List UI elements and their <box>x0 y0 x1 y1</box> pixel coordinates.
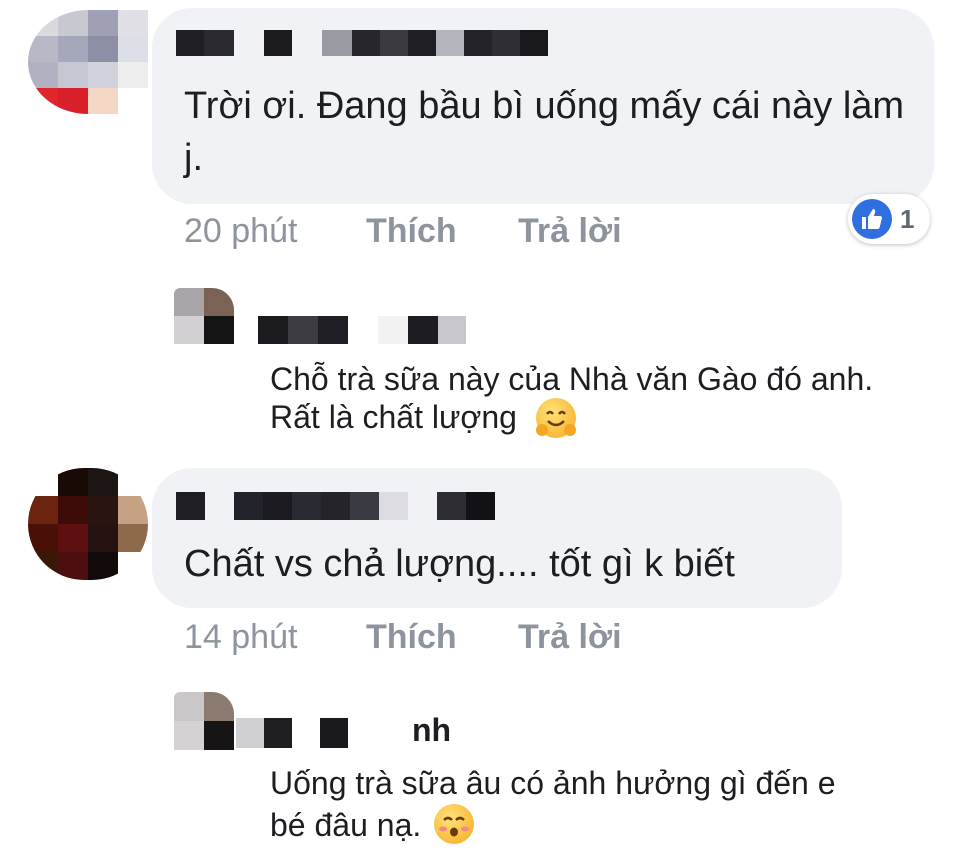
reaction-count: 1 <box>900 203 915 234</box>
reply-avatar[interactable] <box>174 288 234 344</box>
commenter-name-redacted[interactable] <box>176 30 552 56</box>
reply-name-redacted[interactable] <box>236 718 348 748</box>
hugging-face-emoji <box>536 398 576 438</box>
like-link[interactable]: Thích <box>366 212 457 251</box>
reply-text-line2: Rất là chất lượng <box>270 399 517 435</box>
reply-link[interactable]: Trả lời <box>518 212 622 251</box>
like-link[interactable]: Thích <box>366 618 457 657</box>
reply-text-line1: Uống trà sữa âu có ảnh hưởng gì đến e <box>270 765 836 801</box>
comment-text: Trời ơi. Đang bầu bì uống mấy cái này là… <box>184 85 905 179</box>
reply-text-line1: Chỗ trà sữa này của Nhà văn Gào đó anh. <box>270 361 874 397</box>
comment-time[interactable]: 20 phút <box>184 212 297 251</box>
reply-avatar[interactable] <box>174 692 234 750</box>
comment-text: Chất vs chả lượng.... tốt gì k biết <box>184 543 735 585</box>
reply-text-line2: bé đâu nạ. <box>270 807 422 843</box>
reaction-badge[interactable]: 1 <box>848 194 930 244</box>
reply-link[interactable]: Trả lời <box>518 618 622 657</box>
avatar[interactable] <box>28 468 148 580</box>
comment-time[interactable]: 14 phút <box>184 618 297 657</box>
commenter-name-redacted[interactable] <box>176 492 495 520</box>
reply-name-redacted[interactable] <box>258 316 466 344</box>
like-icon <box>852 199 892 239</box>
avatar[interactable] <box>28 10 148 114</box>
reply-name-fragment[interactable]: nh <box>412 712 451 749</box>
kissing-face-emoji <box>434 804 474 844</box>
